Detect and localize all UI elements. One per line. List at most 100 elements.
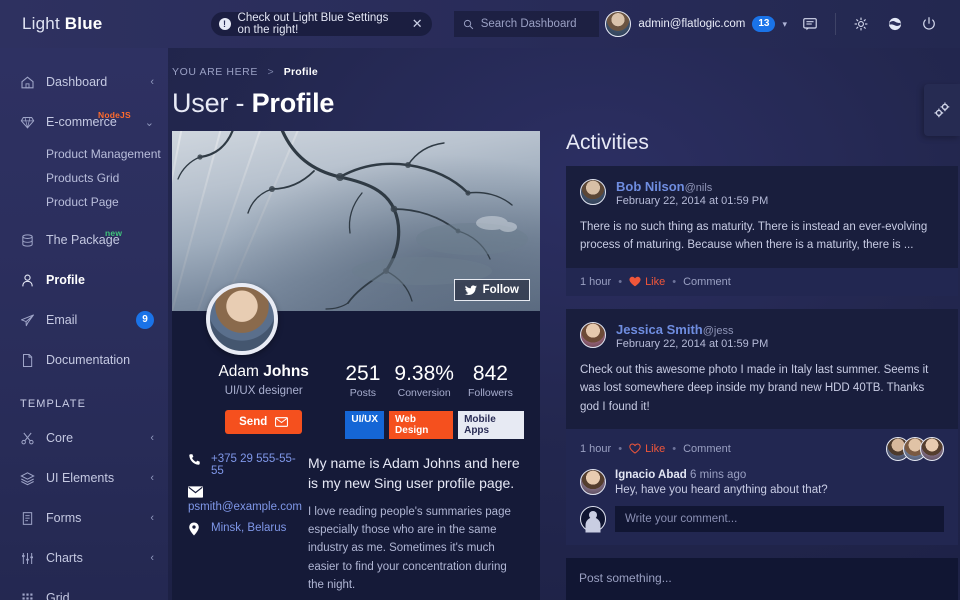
notification-text: Check out Light Blue Settings on the rig… bbox=[237, 12, 389, 36]
comment-author[interactable]: Ignacio Abad bbox=[615, 469, 687, 481]
sidebar-item-label: Forms bbox=[46, 511, 82, 525]
profile-first-name: Adam bbox=[218, 363, 264, 380]
sidebar-item-charts[interactable]: Charts ‹ bbox=[0, 538, 168, 578]
sidebar-item-the-package[interactable]: The Package new bbox=[0, 220, 168, 260]
separator-dot: • bbox=[672, 275, 677, 288]
sidebar-item-label: Grid bbox=[46, 591, 70, 600]
sidebar-subitem-product-page[interactable]: Product Page bbox=[0, 190, 168, 214]
profile-stats-tags: 251 Posts 9.38% Conversion 842 Followers bbox=[339, 362, 524, 440]
sidebar-subitem-product-management[interactable]: Product Management bbox=[0, 142, 168, 166]
brand-bold: Blue bbox=[64, 14, 103, 33]
profile-details: +375 29 555-55-55 psmith@example.com Min… bbox=[172, 439, 540, 600]
sidebar-item-label: Dashboard bbox=[46, 75, 108, 89]
comment-input[interactable]: Write your comment... bbox=[615, 505, 944, 532]
notification-banner[interactable]: ! Check out Light Blue Settings on the r… bbox=[210, 12, 432, 36]
composer-placeholder: Post something... bbox=[579, 570, 672, 585]
sidebar-item-forms[interactable]: Forms ‹ bbox=[0, 498, 168, 538]
sidebar-item-ui-elements[interactable]: UI Elements ‹ bbox=[0, 458, 168, 498]
contact-phone[interactable]: +375 29 555-55-55 bbox=[188, 453, 302, 477]
profile-identity: Adam Johns UI/UX designer Send bbox=[188, 363, 339, 439]
sidebar-subitem-label: Products Grid bbox=[46, 171, 120, 185]
stat-caption: Followers bbox=[467, 387, 513, 400]
chevron-left-icon: ‹ bbox=[150, 472, 154, 484]
close-icon[interactable]: ✕ bbox=[412, 16, 423, 32]
page-title: User - Profile bbox=[168, 78, 960, 131]
comment-body: Ignacio Abad 6 mins ago Hey, have you he… bbox=[615, 469, 828, 496]
power-button[interactable] bbox=[912, 0, 946, 48]
sliders-icon bbox=[20, 551, 46, 566]
separator-dot: • bbox=[618, 275, 623, 288]
gear-icon bbox=[854, 17, 868, 31]
profile-card: Follow Adam Johns UI/UX designer Send 25… bbox=[172, 131, 540, 600]
divider bbox=[835, 13, 836, 35]
chevron-down-icon: ▾ bbox=[782, 18, 787, 29]
comment-placeholder: Write your comment... bbox=[625, 512, 738, 525]
like-button[interactable]: Like bbox=[629, 276, 665, 288]
profile-last-name: Johns bbox=[263, 363, 309, 380]
badge-nodejs: NodeJS bbox=[98, 110, 131, 120]
post-footer: 1 hour • Like • Comment bbox=[566, 267, 958, 296]
cover-photo: Follow bbox=[172, 131, 540, 355]
profile-column: Follow Adam Johns UI/UX designer Send 25… bbox=[172, 131, 540, 600]
post-author-name: Jessica Smith bbox=[616, 321, 703, 337]
stats-row: 251 Posts 9.38% Conversion 842 Followers bbox=[345, 362, 524, 400]
messages-button[interactable] bbox=[793, 0, 827, 48]
post-author[interactable]: Bob Nilson@nils bbox=[616, 179, 768, 194]
brand-logo[interactable]: Light Blue bbox=[0, 14, 139, 34]
activities-title: Activities bbox=[566, 131, 649, 154]
post-composer[interactable]: Post something... bbox=[566, 557, 958, 600]
globe-icon bbox=[888, 17, 902, 31]
separator-dot: • bbox=[672, 442, 677, 455]
sidebar-item-dashboard[interactable]: Dashboard ‹ bbox=[0, 62, 168, 102]
sidebar-item-documentation[interactable]: Documentation bbox=[0, 340, 168, 380]
user-menu[interactable]: admin@flatlogic.com 13 ▾ bbox=[599, 11, 793, 37]
comment-button[interactable]: Comment bbox=[683, 443, 731, 455]
tag-uiux[interactable]: UI/UX bbox=[345, 411, 385, 440]
post-author-name: Bob Nilson bbox=[616, 179, 685, 194]
contact-email[interactable]: psmith@example.com bbox=[188, 486, 302, 513]
sidebar-item-grid[interactable]: Grid bbox=[0, 578, 168, 600]
like-label: Like bbox=[645, 275, 666, 288]
layers-icon bbox=[20, 471, 46, 486]
sidebar: Dashboard ‹ E-commerce NodeJS ⌄ Product … bbox=[0, 48, 168, 600]
language-button[interactable] bbox=[878, 0, 912, 48]
breadcrumb-current[interactable]: Profile bbox=[284, 66, 318, 78]
page-title-light: User - bbox=[172, 88, 252, 118]
settings-button[interactable] bbox=[844, 0, 878, 48]
messages-icon bbox=[803, 18, 817, 31]
search-input[interactable]: Search Dashboard bbox=[453, 11, 600, 37]
like-button[interactable]: Like bbox=[629, 443, 665, 455]
pin-icon bbox=[188, 522, 202, 536]
comment-button[interactable]: Comment bbox=[683, 276, 731, 288]
contact-location[interactable]: Minsk, Belarus bbox=[188, 522, 302, 536]
sidebar-item-email[interactable]: Email 9 bbox=[0, 300, 168, 340]
skill-tags: UI/UX Web Design Mobile Apps bbox=[345, 411, 524, 440]
profile-role: UI/UX designer bbox=[224, 385, 303, 397]
chevron-left-icon: ‹ bbox=[150, 432, 154, 444]
sidebar-subitem-products-grid[interactable]: Products Grid bbox=[0, 166, 168, 190]
bio-lead: My name is Adam Johns and here is my new… bbox=[307, 455, 520, 492]
post-author[interactable]: Jessica Smith@jess bbox=[616, 322, 768, 337]
separator-dot: • bbox=[618, 442, 623, 455]
follow-button[interactable]: Follow bbox=[453, 279, 530, 301]
sidebar-item-label: Profile bbox=[46, 273, 85, 287]
diamond-icon bbox=[20, 115, 46, 130]
settings-drawer-toggle[interactable] bbox=[924, 84, 960, 136]
database-icon bbox=[20, 233, 46, 248]
sidebar-item-ecommerce[interactable]: E-commerce NodeJS ⌄ bbox=[0, 102, 168, 142]
stat-caption: Posts bbox=[349, 387, 377, 400]
post-author-handle: @nils bbox=[684, 182, 713, 194]
send-button[interactable]: Send bbox=[225, 410, 303, 434]
search-icon bbox=[463, 19, 473, 29]
main-content: YOU ARE HERE > Profile User - Profile Fo… bbox=[168, 48, 960, 600]
avatar bbox=[920, 436, 944, 461]
stat-value: 9.38% bbox=[394, 362, 454, 385]
sidebar-item-label: Core bbox=[46, 431, 74, 445]
tag-web-design[interactable]: Web Design bbox=[389, 411, 454, 440]
send-label: Send bbox=[239, 416, 268, 428]
sidebar-item-core[interactable]: Core ‹ bbox=[0, 418, 168, 458]
brand-light: Light bbox=[22, 14, 65, 33]
sidebar-item-profile[interactable]: Profile bbox=[0, 260, 168, 300]
tag-mobile-apps[interactable]: Mobile Apps bbox=[458, 411, 524, 440]
contact-list: +375 29 555-55-55 psmith@example.com Min… bbox=[188, 453, 302, 595]
